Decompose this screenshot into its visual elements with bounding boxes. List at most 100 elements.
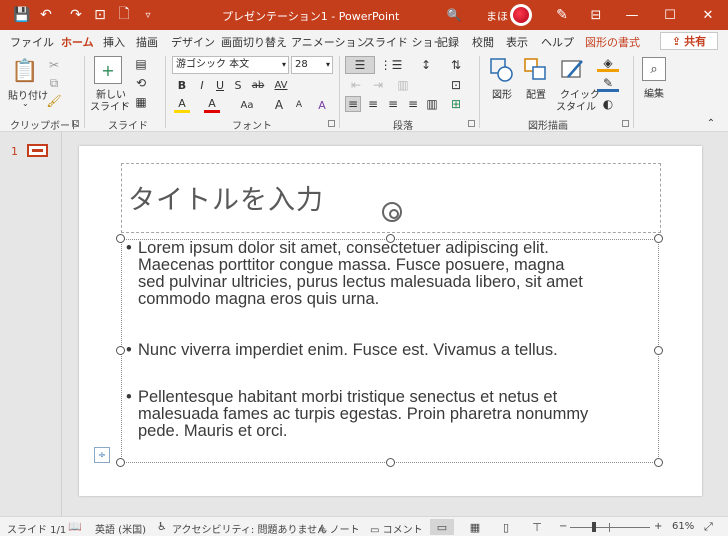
- font-color-button[interactable]: A: [204, 97, 220, 113]
- tab-transitions[interactable]: 画面切り替え: [221, 34, 287, 50]
- clipboard-launcher-icon[interactable]: [72, 120, 79, 127]
- accessibility-icon[interactable]: ♿: [157, 520, 167, 533]
- tab-draw[interactable]: 描画: [136, 34, 158, 50]
- change-case-button[interactable]: Aa: [236, 97, 258, 113]
- arrange-label[interactable]: 配置: [526, 86, 546, 101]
- tab-insert[interactable]: 挿入: [103, 34, 125, 50]
- shrink-font-button[interactable]: A: [292, 97, 306, 113]
- clear-formatting-button[interactable]: A: [314, 97, 330, 113]
- underline-button[interactable]: U: [213, 77, 227, 93]
- grow-font-button[interactable]: A: [272, 97, 286, 113]
- reading-view-button[interactable]: ▯: [494, 519, 518, 535]
- smartart-button[interactable]: ⊞: [444, 96, 468, 112]
- align-left-button[interactable]: ≡: [345, 96, 361, 112]
- language-indicator[interactable]: 英語 (米国): [95, 521, 146, 536]
- bold-button[interactable]: B: [175, 77, 189, 93]
- customize-quick-access-icon[interactable]: ▿: [140, 0, 156, 30]
- tab-design[interactable]: デザイン: [171, 34, 215, 50]
- paste-icon[interactable]: 📋: [10, 56, 40, 86]
- justify-button[interactable]: ≡: [405, 96, 421, 112]
- tab-slide-show[interactable]: スライド ショー: [364, 34, 445, 50]
- collapse-ribbon-icon[interactable]: ⌃: [704, 116, 718, 130]
- align-right-button[interactable]: ≡: [385, 96, 401, 112]
- resize-handle-left[interactable]: [116, 346, 125, 355]
- minimize-button[interactable]: —: [614, 0, 650, 30]
- shape-outline-icon[interactable]: ✎: [597, 76, 619, 92]
- shape-effects-icon[interactable]: ◐: [597, 96, 619, 112]
- new-slide-dropdown-icon[interactable]: ⌄: [121, 98, 128, 107]
- section-icon[interactable]: ▦: [131, 95, 151, 109]
- tab-review[interactable]: 校閲: [472, 34, 494, 50]
- shape-fill-icon[interactable]: ◈: [597, 56, 619, 72]
- columns-button[interactable]: ▥: [392, 77, 414, 93]
- drawing-launcher-icon[interactable]: [622, 120, 629, 127]
- editing-label[interactable]: 編集: [644, 85, 664, 100]
- italic-button[interactable]: I: [195, 77, 209, 93]
- search-icon[interactable]: 🔍: [444, 0, 464, 30]
- autofit-options-icon[interactable]: ÷: [94, 447, 110, 463]
- new-slide-icon[interactable]: +: [94, 56, 122, 84]
- quick-styles-label-2[interactable]: スタイル: [556, 98, 596, 113]
- zoom-out-button[interactable]: −: [559, 521, 567, 532]
- slide-show-button[interactable]: ⊤: [525, 519, 549, 535]
- resize-handle-bottom[interactable]: [386, 458, 395, 467]
- quick-styles-icon[interactable]: [560, 57, 586, 83]
- save-icon[interactable]: 💾: [12, 0, 32, 30]
- bullet-paragraph[interactable]: • Pellentesque habitant morbi tristique …: [126, 389, 656, 440]
- slide-thumbnail[interactable]: [27, 144, 48, 157]
- paste-dropdown-icon[interactable]: ⌄: [22, 99, 29, 108]
- accessibility-status[interactable]: アクセシビリティ: 問題ありません: [172, 521, 327, 536]
- zoom-slider[interactable]: [570, 527, 650, 528]
- redo-icon[interactable]: ↷: [66, 0, 86, 30]
- find-icon[interactable]: ⌕: [642, 57, 666, 81]
- tab-animations[interactable]: アニメーション: [291, 34, 368, 50]
- resize-handle-top-left[interactable]: [116, 234, 125, 243]
- tab-help[interactable]: ヘルプ: [541, 34, 574, 50]
- decrease-indent-button[interactable]: ⇤: [347, 77, 365, 93]
- bullet-paragraph[interactable]: • Lorem ipsum dolor sit amet, consectetu…: [126, 240, 656, 308]
- avatar[interactable]: [510, 4, 532, 26]
- notes-button[interactable]: ≜ ノート: [318, 521, 360, 536]
- slide-sorter-button[interactable]: ▦: [463, 519, 487, 535]
- resize-handle-bottom-left[interactable]: [116, 458, 125, 467]
- zoom-slider-thumb[interactable]: [592, 522, 597, 532]
- tab-file[interactable]: ファイル: [10, 34, 54, 50]
- align-center-button[interactable]: ≡: [365, 96, 381, 112]
- line-spacing-button[interactable]: ↕: [414, 56, 438, 74]
- user-name[interactable]: まほ: [486, 8, 508, 24]
- character-spacing-button[interactable]: AV: [270, 77, 292, 93]
- share-button[interactable]: ⇪ 共有: [660, 32, 718, 50]
- tab-record[interactable]: 記録: [437, 34, 459, 50]
- resize-handle-top-right[interactable]: [654, 234, 663, 243]
- comments-button[interactable]: ▭ コメント: [370, 521, 423, 536]
- font-launcher-icon[interactable]: [328, 120, 335, 127]
- tab-shape-format[interactable]: 図形の書式: [585, 34, 640, 50]
- increase-indent-button[interactable]: ⇥: [369, 77, 387, 93]
- arrange-icon[interactable]: [523, 57, 549, 83]
- cut-icon[interactable]: ✂: [47, 58, 61, 72]
- copy-icon[interactable]: ⧉: [47, 76, 61, 90]
- fit-to-window-icon[interactable]: ⤢: [704, 520, 713, 534]
- layout-icon[interactable]: ▤: [131, 57, 151, 71]
- font-size-select[interactable]: 28 ▾: [291, 56, 333, 74]
- zoom-level[interactable]: 61%: [672, 521, 694, 532]
- numbering-button[interactable]: ⋮☰: [379, 56, 403, 74]
- close-button[interactable]: ✕: [690, 0, 726, 30]
- undo-icon[interactable]: ↶: [36, 0, 56, 30]
- format-painter-icon[interactable]: 🖌: [46, 94, 61, 108]
- start-from-beginning-icon[interactable]: ⊡: [90, 0, 110, 30]
- strikethrough-button[interactable]: ab: [249, 77, 267, 93]
- bullet-paragraph[interactable]: • Nunc viverra imperdiet enim. Fusce est…: [126, 342, 656, 359]
- shapes-label[interactable]: 図形: [492, 86, 512, 101]
- highlight-color-button[interactable]: A: [174, 97, 190, 113]
- tab-view[interactable]: 表示: [506, 34, 528, 50]
- tab-home[interactable]: ホーム: [61, 34, 94, 54]
- text-shadow-button[interactable]: S: [231, 77, 245, 93]
- spelling-icon[interactable]: 📖: [68, 520, 82, 533]
- ribbon-display-options-icon[interactable]: ⊟: [578, 0, 614, 30]
- maximize-button[interactable]: ☐: [652, 0, 688, 30]
- title-placeholder-text[interactable]: タイトルを入力: [128, 178, 324, 217]
- resize-handle-right[interactable]: [654, 346, 663, 355]
- zoom-in-button[interactable]: +: [654, 521, 662, 532]
- text-direction-button[interactable]: ⇅: [444, 56, 468, 74]
